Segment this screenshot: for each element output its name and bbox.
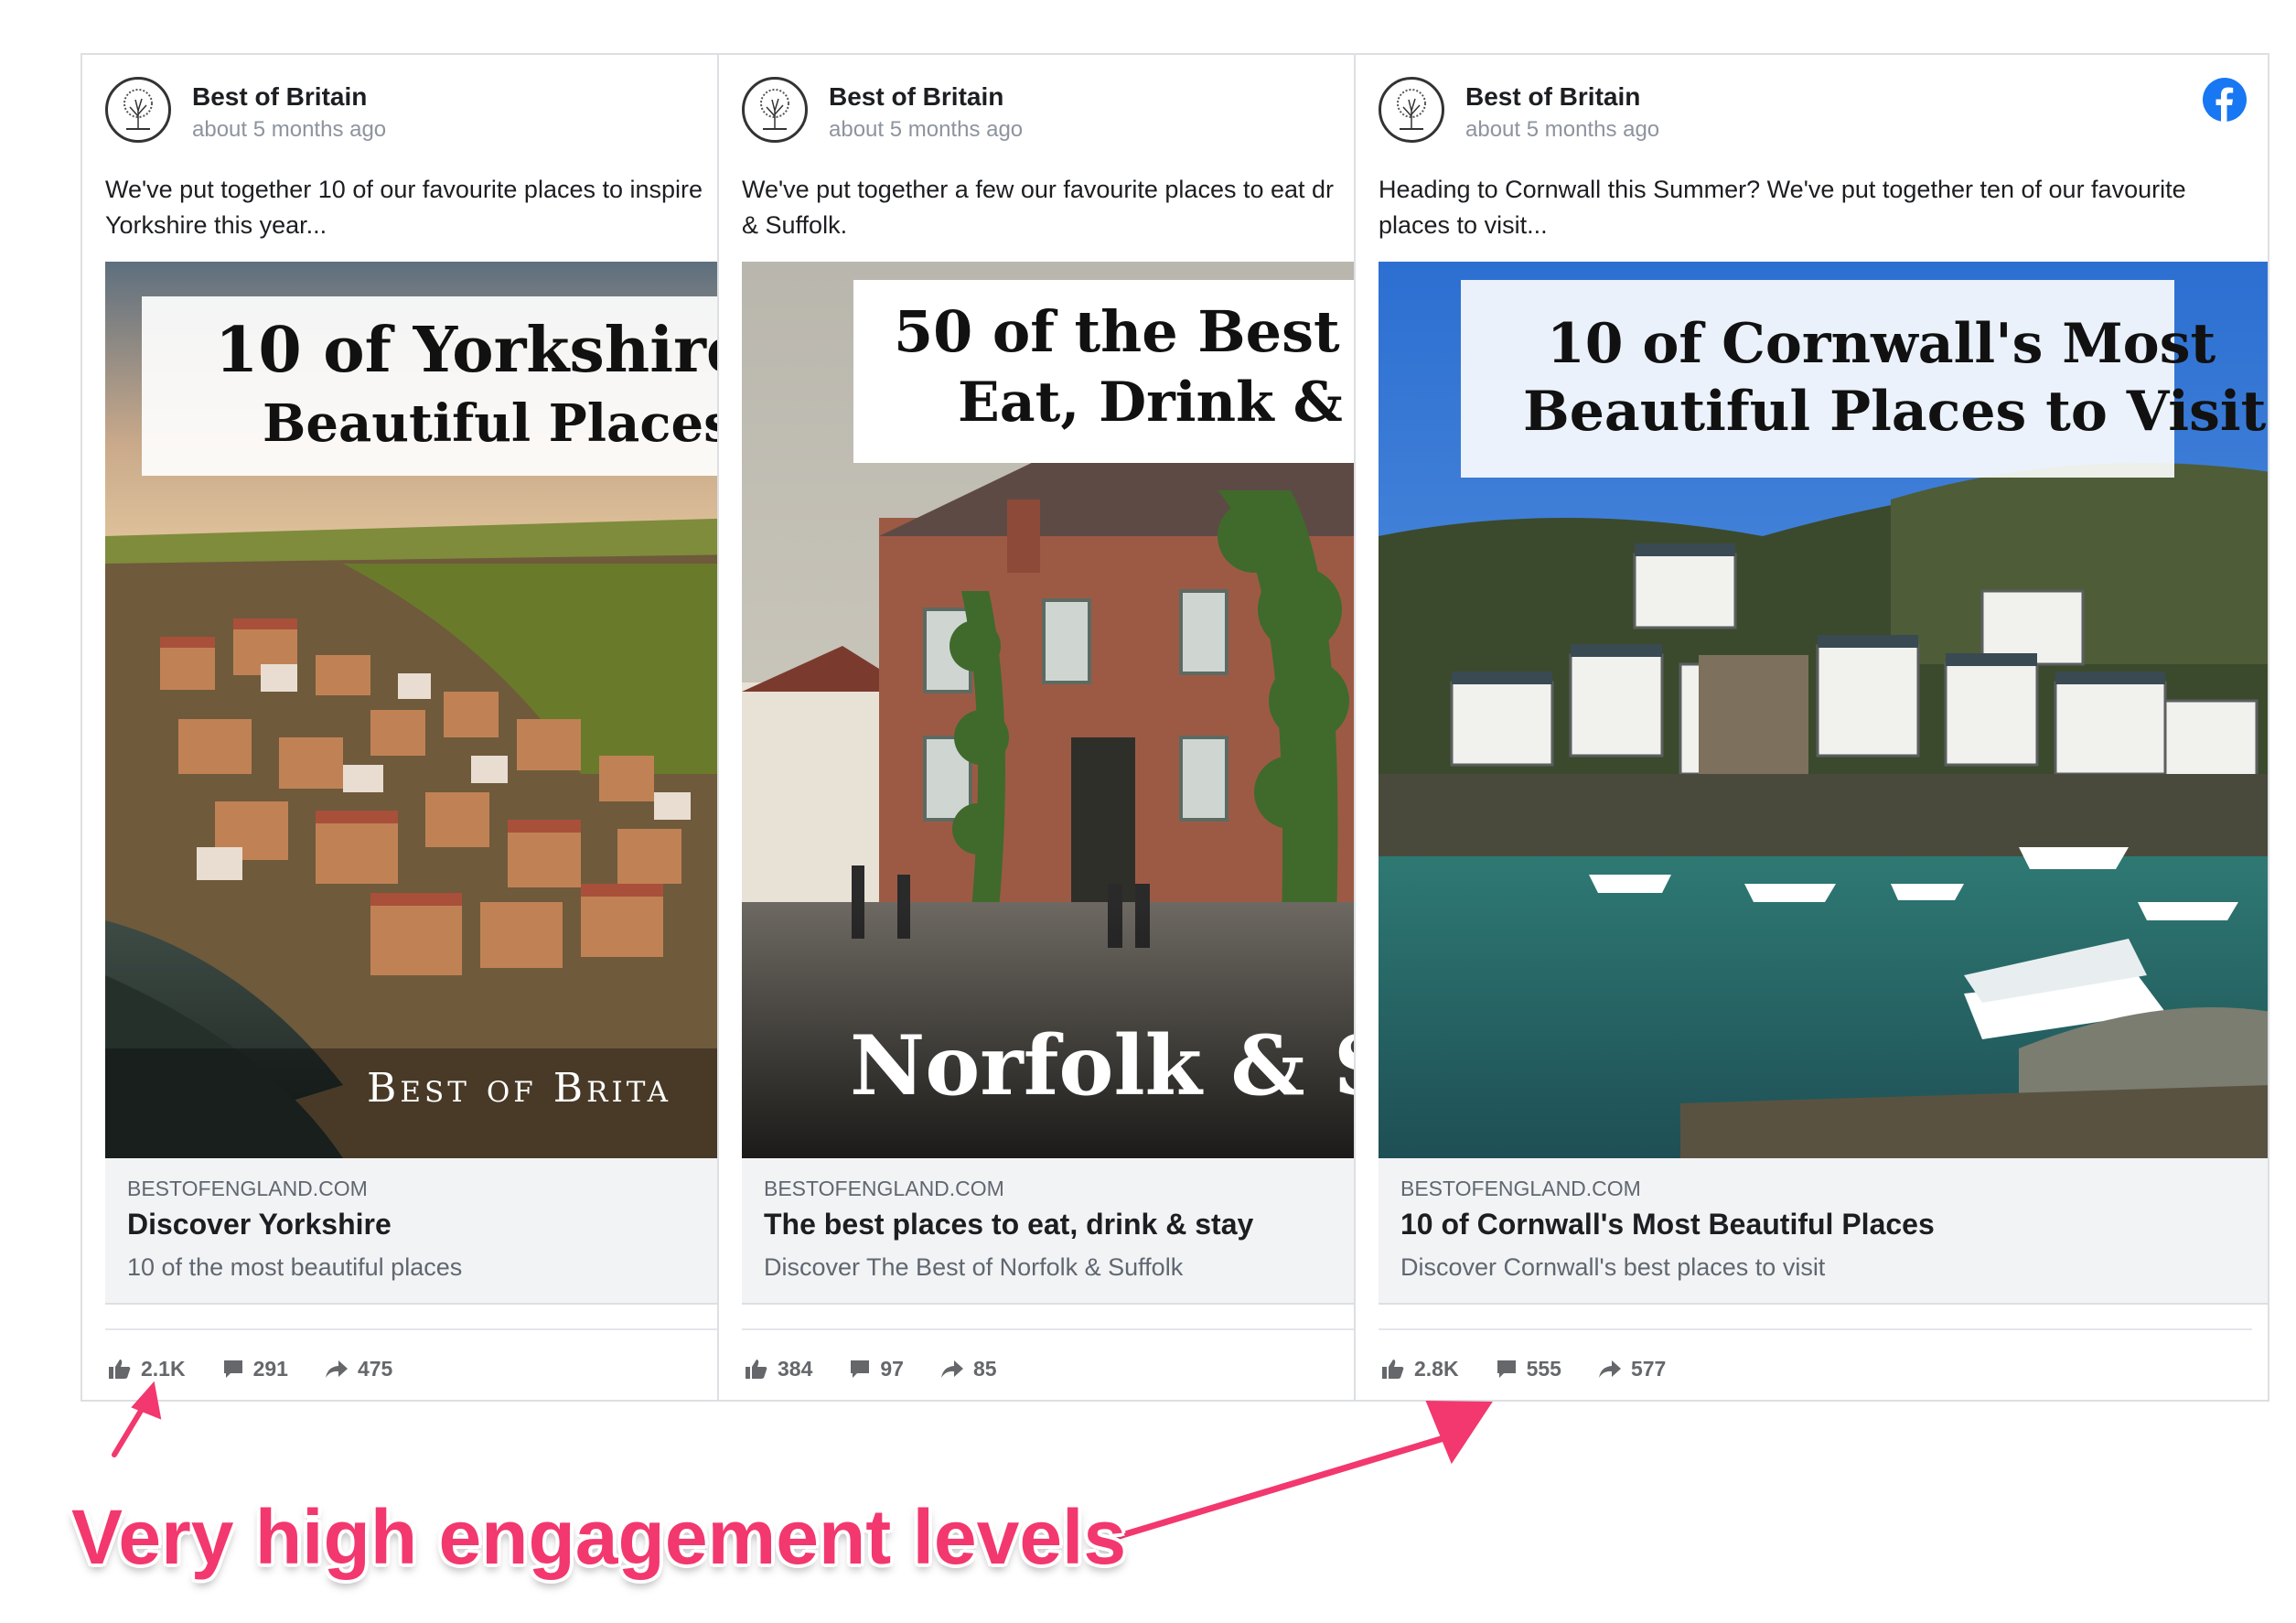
annotation-arrows	[112, 1381, 1493, 1543]
arrow-head-cornwall	[1425, 1400, 1493, 1465]
annotation-label: Very high engagement levels	[71, 1494, 1127, 1580]
arrow-to-cornwall	[1103, 1433, 1454, 1543]
